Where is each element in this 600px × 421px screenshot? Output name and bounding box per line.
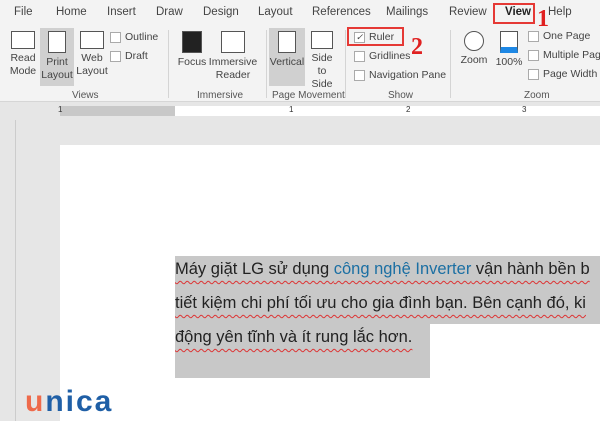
draft-button[interactable]: Draft	[110, 50, 148, 62]
one-page-button[interactable]: One Page	[528, 30, 590, 42]
tab-file[interactable]: File	[14, 6, 33, 18]
tab-help[interactable]: Help	[548, 6, 572, 18]
ruler-tick: 3	[522, 105, 527, 114]
read-mode-button[interactable]: Read Mode	[6, 31, 40, 78]
outline-icon	[110, 31, 121, 43]
reader-icon	[221, 31, 245, 53]
tab-insert[interactable]: Insert	[107, 6, 136, 18]
multiple-pages-icon	[528, 49, 539, 61]
annotation-box-view	[493, 3, 535, 24]
tab-layout[interactable]: Layout	[258, 6, 293, 18]
ruler-tick: 1	[58, 105, 63, 114]
separator	[345, 30, 346, 98]
zoom-button[interactable]: Zoom	[458, 31, 490, 67]
ruler-margin	[60, 106, 175, 116]
separator	[266, 30, 267, 98]
gridlines-checkbox[interactable]: Gridlines	[354, 50, 410, 62]
horizontal-ruler[interactable]: 1 1 2 3	[0, 103, 600, 119]
ruler-text-area	[175, 106, 600, 116]
page-icon	[48, 31, 66, 53]
magnifier-icon	[464, 31, 484, 51]
tab-review[interactable]: Review	[449, 6, 487, 18]
tab-home[interactable]: Home	[56, 6, 87, 18]
page-width-button[interactable]: Page Width	[528, 68, 597, 80]
navigation-pane-checkbox[interactable]: Navigation Pane	[354, 69, 446, 81]
outline-button[interactable]: Outline	[110, 31, 158, 43]
web-icon	[80, 31, 104, 49]
focus-icon	[182, 31, 202, 53]
annotation-box-ruler	[347, 27, 404, 46]
group-label-show: Show	[388, 90, 414, 101]
annotation-step-2: 2	[411, 34, 423, 60]
print-layout-button[interactable]: Print Layout	[40, 28, 74, 86]
group-label-immersive: Immersive	[197, 90, 244, 101]
one-page-icon	[528, 30, 539, 42]
group-label-zoom: Zoom	[524, 90, 550, 101]
vertical-ruler[interactable]	[0, 120, 16, 421]
focus-button[interactable]: Focus	[176, 31, 208, 69]
ruler-tick: 1	[289, 105, 294, 114]
tab-mailings[interactable]: Mailings	[386, 6, 428, 18]
ruler-tick: 2	[406, 105, 411, 114]
tab-design[interactable]: Design	[203, 6, 239, 18]
side-icon	[311, 31, 333, 49]
draft-icon	[110, 50, 121, 62]
zoom-100-button[interactable]: 100%	[494, 31, 524, 69]
tab-draw[interactable]: Draw	[156, 6, 183, 18]
text-segment: Máy giặt LG sử dụng	[175, 260, 334, 278]
page-100-icon	[500, 31, 518, 53]
group-label-views: Views	[72, 90, 99, 101]
checkbox-icon	[354, 50, 365, 62]
unica-logo: unica	[25, 385, 114, 418]
text-line[interactable]: động yên tĩnh và ít rung lắc hơn.	[175, 324, 430, 378]
ribbon: Read Mode Print Layout Web Layout Outlin…	[0, 26, 600, 102]
vertical-button[interactable]: Vertical	[269, 28, 305, 86]
page-width-icon	[528, 68, 539, 80]
immersive-reader-button[interactable]: Immersive Reader	[208, 31, 258, 82]
tab-references[interactable]: References	[312, 6, 371, 18]
separator	[168, 30, 169, 98]
text-segment: vận hành bền b	[471, 260, 590, 278]
vertical-icon	[278, 31, 296, 53]
book-icon	[11, 31, 35, 49]
multiple-pages-button[interactable]: Multiple Pages	[528, 49, 600, 61]
link-text[interactable]: công nghệ Inverter	[334, 260, 472, 278]
text-line[interactable]: tiết kiệm chi phí tối ưu cho gia đình bạ…	[175, 290, 600, 324]
web-layout-button[interactable]: Web Layout	[76, 31, 108, 78]
group-label-page-movement: Page Movement	[272, 90, 345, 101]
checkbox-icon	[354, 69, 365, 81]
separator	[450, 30, 451, 98]
text-line[interactable]: Máy giặt LG sử dụng công nghệ Inverter v…	[175, 256, 600, 290]
side-to-side-button[interactable]: Side to Side	[306, 31, 338, 91]
